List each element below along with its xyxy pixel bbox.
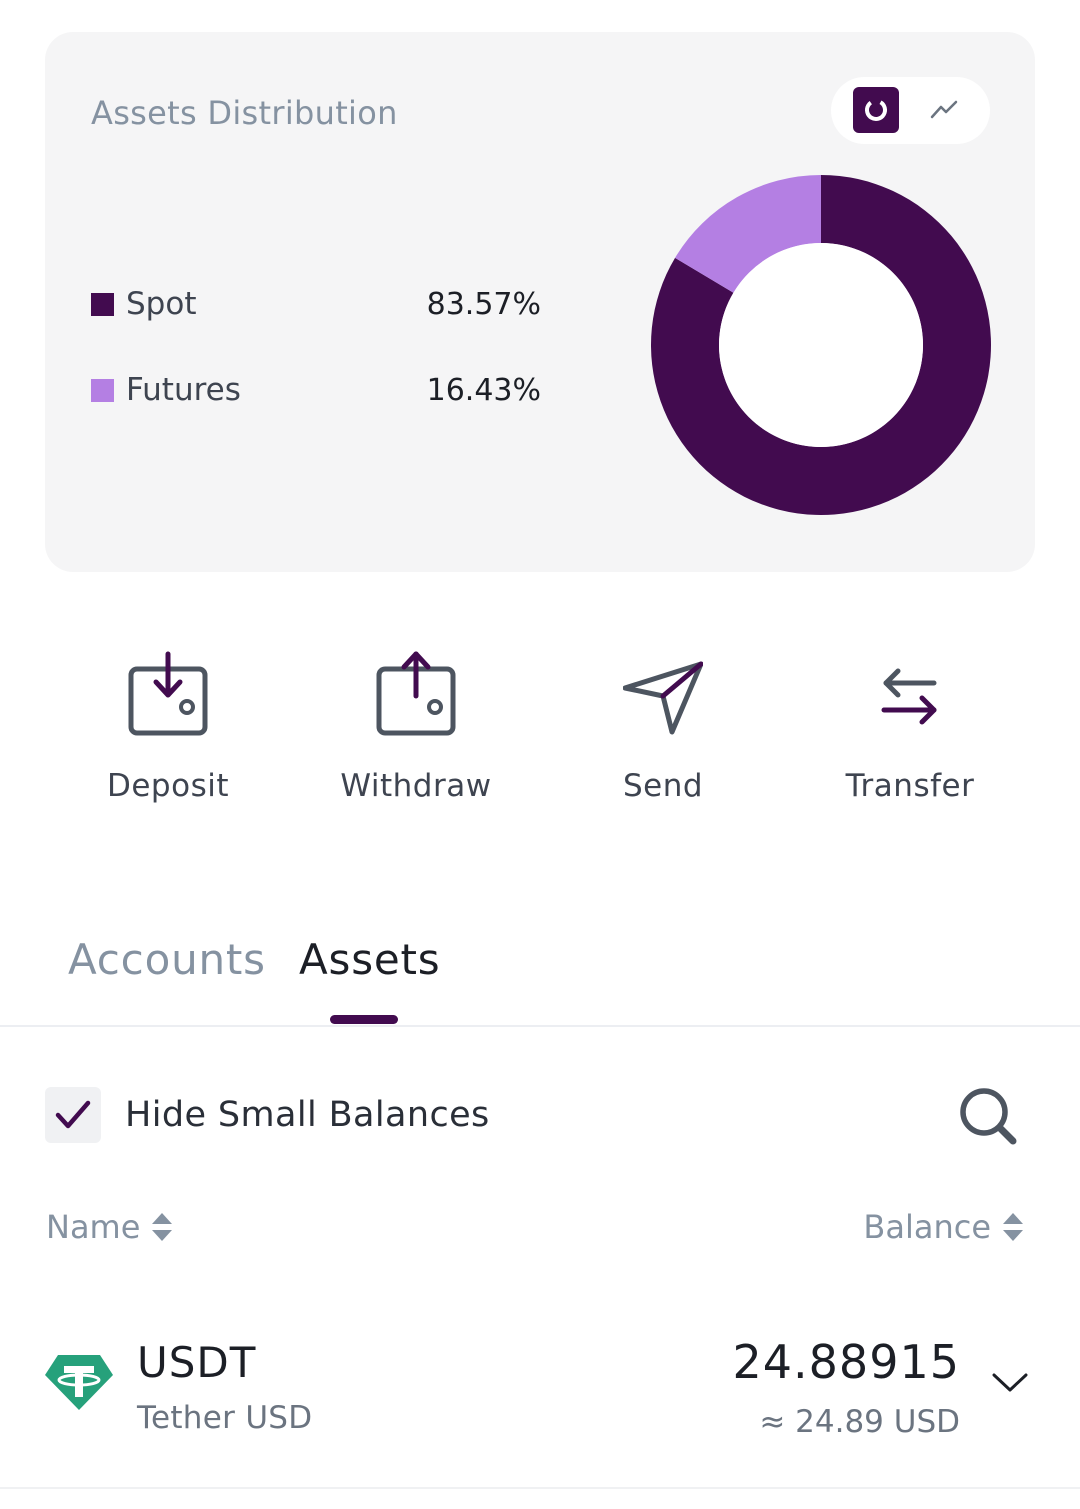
- donut-chart: [651, 175, 991, 515]
- deposit-button[interactable]: Deposit: [58, 640, 278, 810]
- donut-chart-toggle[interactable]: [853, 87, 899, 133]
- assets-distribution-card: Assets Distribution Spot 83.57% Futures …: [45, 32, 1035, 572]
- legend-value: 16.43%: [426, 372, 541, 408]
- filter-row: Hide Small Balances: [45, 1087, 1035, 1147]
- asset-symbol: USDT: [137, 1338, 257, 1387]
- asset-balance: 24.88915: [732, 1335, 960, 1389]
- active-tab-indicator: [330, 1015, 398, 1024]
- sort-arrows-icon: [152, 1213, 173, 1241]
- transfer-arrows-icon: [881, 668, 937, 725]
- withdraw-wallet-icon: [376, 651, 456, 736]
- legend-item-futures: Futures 16.43%: [91, 370, 541, 410]
- sort-by-name[interactable]: Name: [46, 1208, 174, 1246]
- line-chart-icon: [930, 100, 958, 119]
- tab-accounts[interactable]: Accounts: [68, 935, 266, 984]
- asset-name: Tether USD: [137, 1400, 313, 1436]
- chart-type-toggle: [831, 77, 990, 144]
- sort-by-balance[interactable]: Balance: [863, 1208, 1025, 1246]
- send-button[interactable]: Send: [553, 640, 773, 810]
- action-label: Deposit: [106, 768, 229, 804]
- column-header-name: Name: [46, 1208, 141, 1246]
- action-label: Transfer: [845, 768, 975, 804]
- legend-item-spot: Spot 83.57%: [91, 284, 541, 324]
- send-plane-icon: [623, 661, 703, 735]
- card-title: Assets Distribution: [91, 94, 398, 132]
- legend-label: Spot: [126, 286, 197, 322]
- hide-small-balances-label[interactable]: Hide Small Balances: [125, 1095, 490, 1135]
- column-header-balance: Balance: [863, 1208, 991, 1246]
- divider: [0, 1487, 1080, 1489]
- donut-hole: [719, 243, 923, 447]
- tab-bar: Accounts Assets: [0, 935, 1080, 1027]
- line-chart-toggle[interactable]: [921, 87, 967, 133]
- action-label: Withdraw: [340, 768, 492, 804]
- chevron-down-icon[interactable]: [990, 1366, 1030, 1396]
- legend-value: 83.57%: [426, 286, 541, 322]
- asset-usd-value: ≈ 24.89 USD: [759, 1404, 960, 1440]
- search-icon[interactable]: [957, 1085, 1021, 1149]
- table-row[interactable]: USDT Tether USD 24.88915 ≈ 24.89 USD: [0, 1320, 1080, 1460]
- quick-actions: Deposit Withdraw Send Transfer: [0, 640, 1080, 820]
- withdraw-button[interactable]: Withdraw: [306, 640, 526, 810]
- legend-label: Futures: [126, 372, 241, 408]
- hide-small-balances-checkbox[interactable]: [45, 1087, 101, 1143]
- checkmark-icon: [55, 1100, 91, 1129]
- transfer-button[interactable]: Transfer: [800, 640, 1020, 810]
- tab-assets[interactable]: Assets: [299, 935, 441, 984]
- legend-swatch: [91, 292, 114, 316]
- action-label: Send: [622, 768, 704, 804]
- donut-chart-icon: [865, 99, 887, 121]
- sort-arrows-icon: [1003, 1213, 1023, 1241]
- deposit-wallet-icon: [128, 651, 208, 736]
- legend-swatch: [91, 378, 114, 402]
- tether-icon: [45, 1355, 113, 1410]
